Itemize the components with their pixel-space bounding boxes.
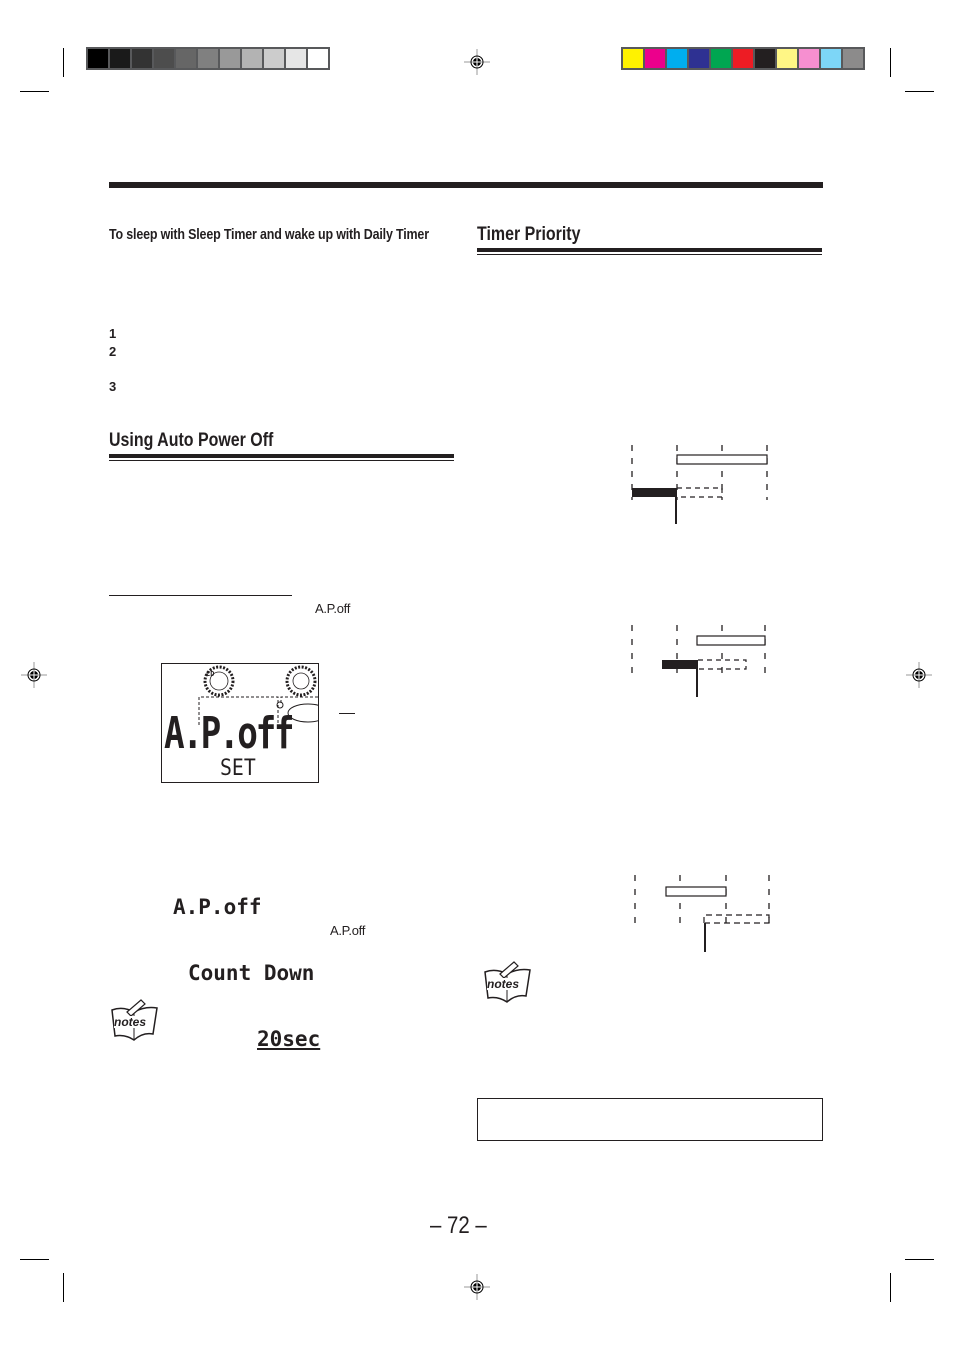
color-swatch: [220, 49, 240, 68]
countdown-line-2: Count Down: [188, 961, 315, 985]
color-swatch: [645, 49, 665, 68]
countdown-line-1: A.P.off: [173, 895, 262, 919]
color-swatch: [711, 49, 731, 68]
timer-bar: [676, 454, 768, 465]
color-swatch: [132, 49, 152, 68]
grayscale-swatch-bar: [86, 47, 330, 70]
apoff-label: A.P.off: [330, 923, 366, 938]
timer-priority-diagram-3: [634, 875, 770, 952]
crop-mark: [63, 1273, 64, 1302]
disc-icon: [285, 665, 317, 697]
header-rule: [109, 182, 823, 188]
section-title-timer-priority: Timer Priority: [477, 224, 581, 245]
countdown-display: A.P.off Count Down 20sec: [173, 852, 320, 1072]
registration-mark-icon: [464, 1274, 490, 1300]
timer-priority-diagram-1: [631, 445, 768, 524]
lcd-sub-text: SET: [220, 756, 256, 781]
color-swatch: [308, 49, 328, 68]
countdown-line-3: 20sec: [257, 1027, 321, 1051]
color-swatch: [623, 49, 643, 68]
registration-mark-icon: [464, 49, 490, 75]
lcd-display: CD A.P.off SET: [161, 663, 319, 783]
crop-mark: [20, 91, 49, 92]
color-swatch: [242, 49, 262, 68]
color-swatch: [286, 49, 306, 68]
step-number: 1: [109, 326, 117, 341]
step-number: 2: [109, 344, 117, 359]
section-rule: [109, 454, 454, 461]
crop-mark: [20, 1259, 49, 1260]
notes-icon: notes: [107, 998, 163, 1044]
color-swatch: [198, 49, 218, 68]
color-swatch: [843, 49, 863, 68]
subheading-sleep-daily-timer: To sleep with Sleep Timer and wake up wi…: [109, 227, 429, 243]
notes-label: notes: [114, 1015, 147, 1029]
notes-icon: notes: [480, 960, 536, 1006]
apoff-label: A.P.off: [315, 601, 351, 616]
crop-mark: [905, 1259, 934, 1260]
color-swatch: [154, 49, 174, 68]
page-number: – 72 –: [430, 1212, 487, 1239]
lcd-main-text: A.P.off: [164, 708, 295, 759]
color-swatch: [667, 49, 687, 68]
color-swatch: [689, 49, 709, 68]
cd-label: CD: [206, 670, 215, 678]
crop-mark: [890, 1273, 891, 1302]
timer-bar: [696, 635, 766, 646]
active-timer-bar: [662, 660, 698, 669]
registration-mark-icon: [906, 662, 932, 688]
step-number: 3: [109, 379, 117, 394]
timer-bar: [665, 886, 727, 897]
timer-priority-diagram-2: [631, 625, 766, 697]
underline-rule: [109, 595, 292, 596]
color-swatch: [88, 49, 108, 68]
registration-mark-icon: [21, 662, 47, 688]
note-box: [477, 1098, 823, 1141]
callout-line: [339, 713, 355, 714]
crop-mark: [890, 48, 891, 77]
cancelled-timer-bar: [703, 914, 770, 924]
color-swatch: [110, 49, 130, 68]
color-swatch: [821, 49, 841, 68]
color-swatch: [777, 49, 797, 68]
color-swatch: [755, 49, 775, 68]
active-timer-bar: [632, 488, 677, 497]
color-swatch: [176, 49, 196, 68]
notes-label: notes: [487, 977, 520, 991]
section-title-auto-power-off: Using Auto Power Off: [109, 430, 274, 451]
color-swatch: [799, 49, 819, 68]
crop-mark: [63, 48, 64, 77]
color-swatch-bar: [621, 47, 865, 70]
color-swatch: [733, 49, 753, 68]
color-swatch: [264, 49, 284, 68]
crop-mark: [905, 91, 934, 92]
section-rule: [477, 248, 822, 255]
cancelled-timer-bar: [677, 487, 723, 498]
